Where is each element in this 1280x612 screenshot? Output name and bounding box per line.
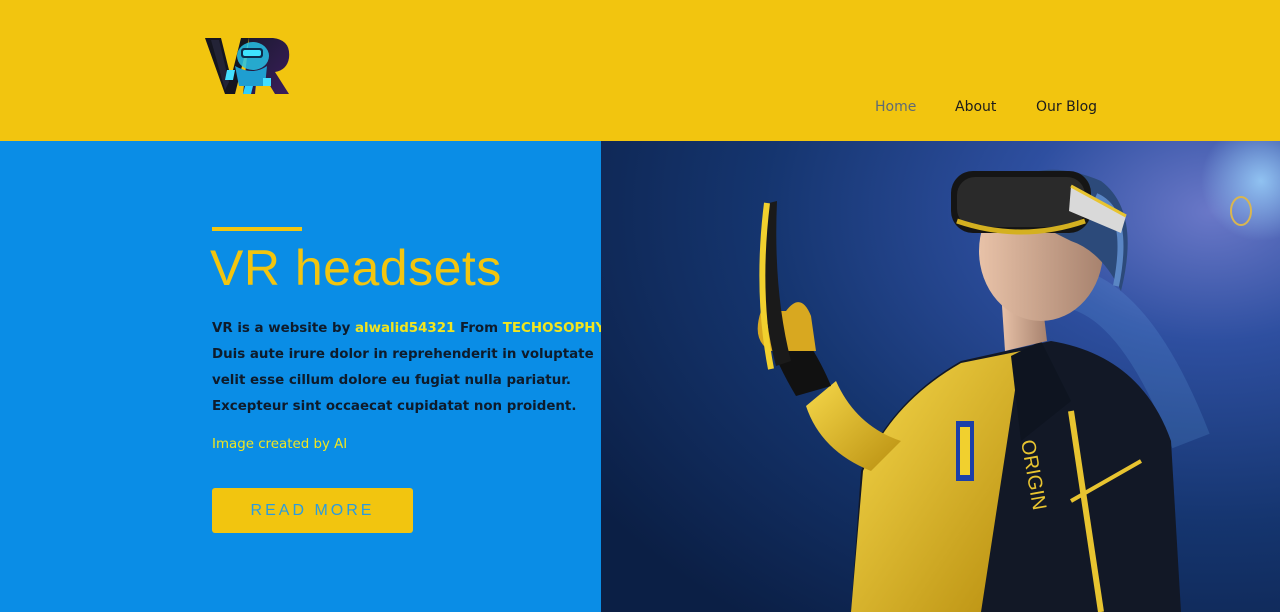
description-line-3: velit esse cillum dolore eu fugiat nulla…: [212, 373, 572, 388]
description-prefix: VR is a website by: [212, 321, 355, 336]
vr-logo[interactable]: [205, 36, 293, 96]
main-nav: Home About Our Blog: [0, 99, 1280, 119]
vr-logo-icon: [205, 38, 290, 94]
description-line-2: Duis aute irure dolor in reprehenderit i…: [212, 347, 594, 362]
nav-link-about[interactable]: About: [955, 99, 996, 115]
vr-person-illustration: ORIGIN: [601, 141, 1280, 612]
description-mid: From: [455, 321, 503, 336]
nav-link-home[interactable]: Home: [875, 99, 916, 115]
hero-text-panel: VR headsets VR is a website by alwalid54…: [0, 141, 605, 612]
org-name: TECHOSOPHY: [502, 321, 606, 336]
hero-description: VR is a website by alwalid54321 From TEC…: [212, 316, 605, 420]
author-name: alwalid54321: [354, 321, 456, 336]
description-line-4: Excepteur sint occaecat cupidatat non pr…: [212, 399, 577, 414]
site-header: Home About Our Blog: [0, 0, 1280, 141]
title-accent-bar: [212, 227, 302, 231]
description-line-1: VR is a website by alwalid54321 From TEC…: [212, 316, 605, 342]
read-more-button[interactable]: READ MORE: [212, 488, 413, 533]
hero-image: ORIGIN: [601, 141, 1280, 612]
hero-title: VR headsets: [210, 240, 502, 296]
nav-link-our-blog[interactable]: Our Blog: [1036, 99, 1097, 115]
image-credit: Image created by AI: [212, 437, 348, 452]
